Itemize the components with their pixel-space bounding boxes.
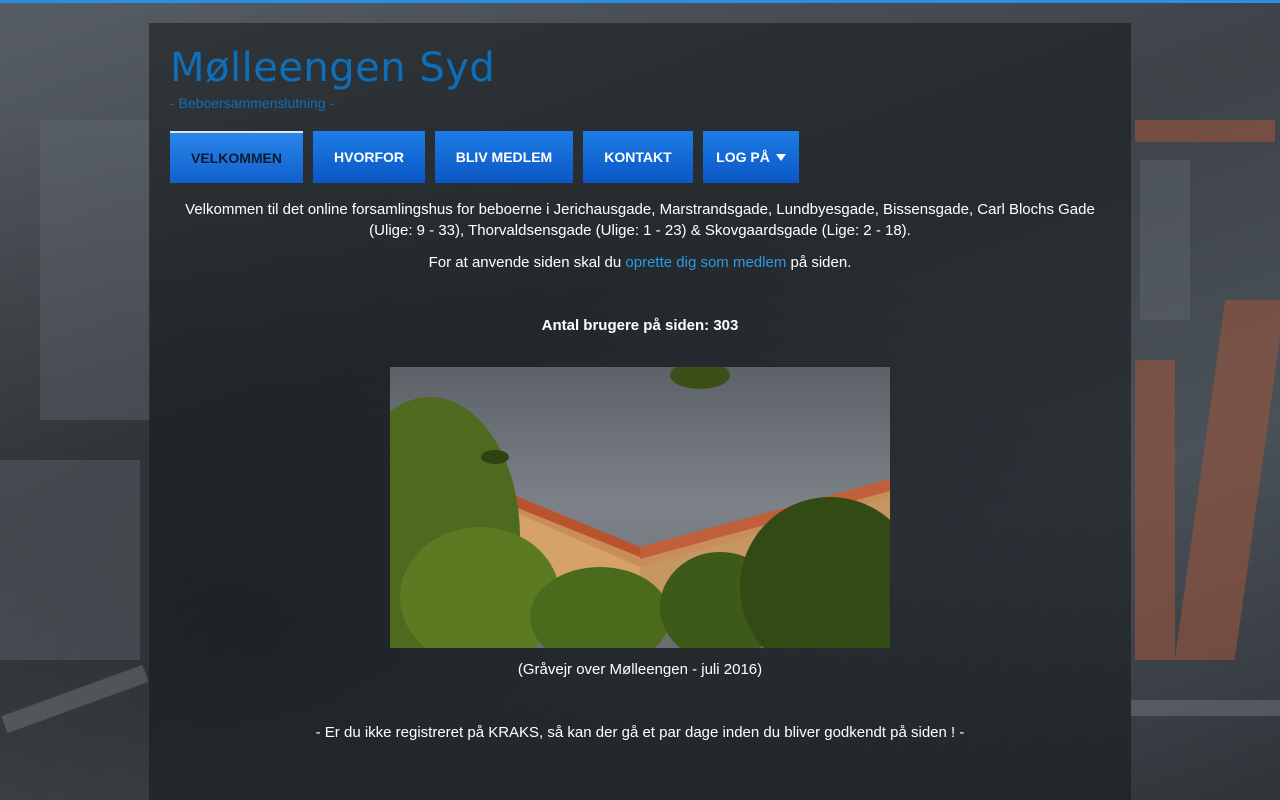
signup-suffix: på siden. (790, 254, 852, 271)
nav-item-label: BLIV MEDLEM (455, 149, 553, 165)
nav-item-label: KONTAKT (604, 149, 672, 165)
nav-item-label: HVORFOR (334, 149, 404, 165)
site-title[interactable]: Mølleengen Syd (170, 45, 495, 91)
intro-line-2: (Ulige: 9 - 33), Thorvaldsensgade (Ulige… (369, 222, 911, 239)
intro-text: Velkommen til det online forsamlingshus … (149, 199, 1131, 241)
nav-item-label: LOG PÅ (716, 149, 770, 165)
signup-link[interactable]: oprette dig som medlem (625, 254, 786, 271)
nav-item-velkommen[interactable]: VELKOMMEN (170, 131, 303, 183)
nav-item-log-pa[interactable]: LOG PÅ (703, 131, 799, 183)
top-accent-bar (0, 0, 1280, 3)
photo-caption: (Gråvejr over Mølleengen - juli 2016) (517, 661, 763, 678)
intro-line-1: Velkommen til det online forsamlingshus … (185, 201, 1095, 218)
signup-prefix: For at anvende siden skal du (428, 254, 622, 271)
signup-text: For at anvende siden skal du oprette dig… (149, 252, 1131, 273)
page-container: Mølleengen Syd - Beboersammenslutning - … (149, 23, 1131, 800)
site-subtitle: - Beboersammenslutning - (170, 95, 335, 111)
nav-item-hvorfor[interactable]: HVORFOR (313, 131, 425, 183)
nav-item-kontakt[interactable]: KONTAKT (583, 131, 693, 183)
photo-illustration (390, 367, 890, 648)
moelleengen-photo (390, 367, 890, 648)
nav-item-bliv-medlem[interactable]: BLIV MEDLEM (435, 131, 573, 183)
nav-item-label: VELKOMMEN (191, 150, 282, 166)
user-count: Antal brugere på siden: 303 (541, 317, 739, 334)
chevron-down-icon[interactable] (775, 153, 786, 161)
registration-notice: - Er du ikke registreret på KRAKS, så ka… (315, 724, 965, 741)
